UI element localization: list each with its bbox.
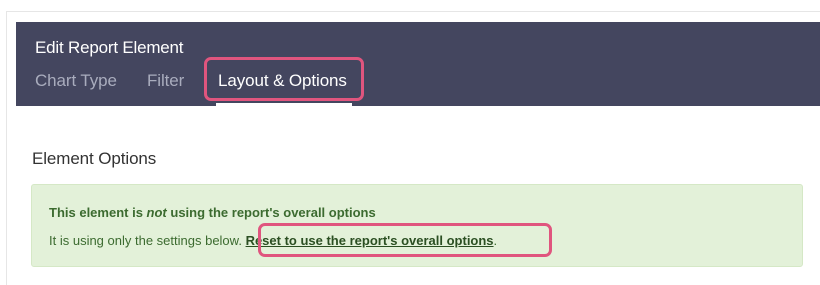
link-highlight-outline (258, 223, 552, 257)
alert-message-line1: This element is not using the report's o… (49, 205, 376, 220)
tab-highlight-outline (204, 57, 364, 101)
alert-line1-suffix: using the report's overall options (166, 205, 376, 220)
tab-chart-type[interactable]: Chart Type (35, 71, 117, 91)
dialog-header: Edit Report Element Chart Type Filter La… (16, 22, 820, 106)
alert-line1-emphasis: not (146, 205, 167, 220)
section-title: Element Options (32, 149, 157, 168)
tab-filter[interactable]: Filter (147, 71, 184, 91)
alert-line1-prefix: This element is (49, 205, 147, 220)
dialog-title: Edit Report Element (35, 38, 184, 57)
alert-line2-prefix: It is using only the settings below. (49, 233, 246, 248)
active-tab-underline (216, 103, 352, 106)
